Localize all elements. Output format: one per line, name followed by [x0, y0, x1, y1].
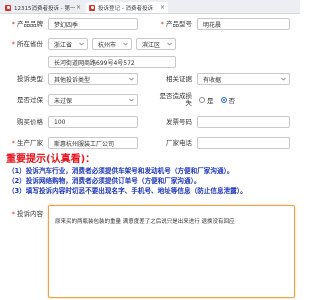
district-value: 滨江区: [142, 41, 161, 49]
tab-title: 12315消费者投诉 - 第一站: [14, 5, 75, 12]
loss-label: 是否造成损失: [159, 92, 193, 107]
browser-tab[interactable]: 12315消费者投诉 - 第一站 ×: [2, 2, 84, 13]
browser-tab[interactable]: 投诉登记 - 消费者投诉 ×: [86, 2, 168, 13]
required-mark: *: [11, 210, 15, 218]
evidence-label: 相关证据: [166, 75, 192, 83]
model-input[interactable]: [197, 18, 290, 30]
manufacturer-input[interactable]: [48, 137, 138, 149]
model-label: * 产品型号: [148, 18, 192, 30]
radio-label-no: 否: [228, 97, 236, 105]
maker-phone-label: 厂家电话: [166, 139, 192, 147]
manufacturer-label: * 生产厂家: [0, 137, 43, 149]
chevron-down-icon: [129, 77, 134, 81]
loss-radio-no[interactable]: 否: [220, 95, 236, 105]
warranty-label: 是否过保: [17, 96, 43, 104]
brand-label-text: 产品品牌: [17, 20, 43, 28]
complaint-type-label: 投诉类型: [17, 75, 43, 83]
brand-input[interactable]: [48, 18, 138, 30]
required-mark: *: [160, 20, 164, 28]
site-favicon-icon: [5, 4, 11, 11]
chevron-down-icon: [281, 77, 286, 81]
notice-heading: 重要提示(认真看)：: [6, 154, 96, 165]
chevron-down-icon: [123, 42, 128, 46]
warranty-value: 未过保: [54, 97, 73, 105]
tab-title: 投诉登记 - 消费者投诉: [98, 5, 153, 12]
close-icon[interactable]: ×: [159, 4, 166, 11]
content-label: * 投诉内容: [0, 208, 43, 220]
invoice-input[interactable]: [197, 116, 290, 128]
loss-radio-yes[interactable]: 是: [199, 95, 214, 105]
invoice-label: 发票号码: [166, 118, 192, 126]
complaint-type-value: 其他投诉类型: [54, 76, 91, 84]
radio-button[interactable]: [199, 97, 205, 103]
maker-phone-input[interactable]: [197, 137, 290, 149]
province-value: 浙江省: [54, 41, 73, 49]
content-label-text: 投诉内容: [17, 210, 43, 218]
brand-label: * 产品品牌: [0, 18, 43, 30]
price-label: 购买价格: [17, 118, 43, 126]
address-input[interactable]: [48, 56, 176, 68]
required-mark: *: [11, 139, 15, 147]
region-label: * 所在省份: [0, 38, 43, 50]
evidence-select[interactable]: 有收据: [197, 73, 290, 85]
province-select[interactable]: 浙江省: [48, 38, 88, 50]
complaint-type-select[interactable]: 其他投诉类型: [48, 73, 138, 85]
region-label-text: 所在省份: [17, 40, 43, 48]
loss-radio-group: 是 否: [199, 94, 235, 106]
evidence-value: 有收据: [203, 76, 222, 84]
district-select[interactable]: 滨江区: [136, 38, 176, 50]
close-icon[interactable]: ×: [75, 4, 82, 11]
notice-line: （2）投诉网络购物，消费者必须提供订单号（方便和厂家沟通）。: [8, 177, 201, 185]
notice-line: （3）填写投诉内容时切忌不要出现名字、手机号、地址等信息（防止信息泄露）。: [8, 187, 247, 195]
chevron-down-icon: [79, 42, 84, 46]
model-label-text: 产品型号: [166, 20, 192, 28]
radio-button[interactable]: [220, 97, 227, 103]
complaint-content-textarea[interactable]: 原来买的两瓶装包装的重量 满意度差了之后说只是出来进行 退换没有回应: [48, 205, 295, 298]
city-select[interactable]: 杭州市: [92, 38, 132, 50]
chevron-down-icon: [167, 42, 172, 46]
radio-label-yes: 是: [207, 97, 214, 105]
manufacturer-label-text: 生产厂家: [17, 139, 43, 147]
notice-line: （1）投诉汽车行业，消费者必须提供车架号和发动机号（方便和厂家沟通）。: [8, 167, 234, 175]
required-mark: *: [11, 20, 15, 28]
chevron-down-icon: [129, 98, 134, 102]
browser-tab-strip: 12315消费者投诉 - 第一站 × 投诉登记 - 消费者投诉 ×: [0, 0, 300, 14]
site-favicon-icon: [89, 4, 95, 11]
price-input[interactable]: [48, 116, 138, 128]
required-mark: *: [11, 40, 15, 48]
city-value: 杭州市: [98, 41, 117, 49]
warranty-select[interactable]: 未过保: [48, 94, 138, 106]
